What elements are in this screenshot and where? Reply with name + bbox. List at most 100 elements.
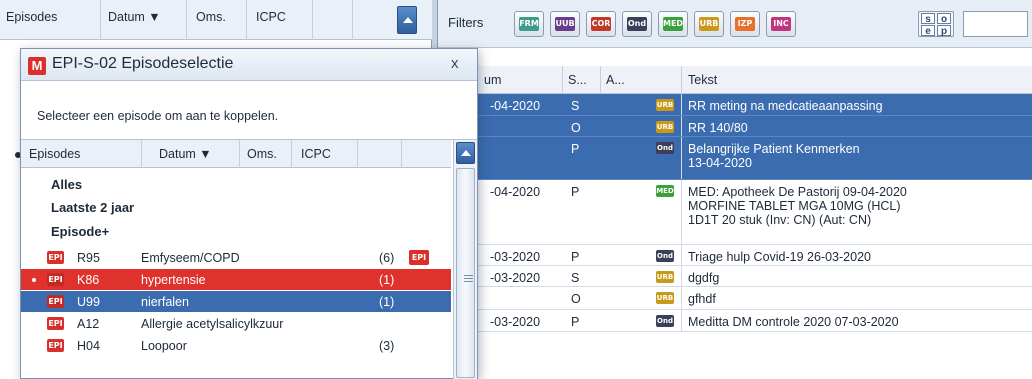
urb-icon: URB [656, 271, 674, 283]
journal-row[interactable]: P Ond Belangrijke Patient Kenmerken 13-04-2… [438, 137, 1032, 180]
episode-row[interactable]: EPI H04 Loopoor (3) [21, 335, 451, 356]
scroll-up-button[interactable] [456, 142, 475, 164]
ond-icon: Ond [656, 142, 674, 154]
column-oms[interactable]: Oms. [196, 10, 226, 24]
column-datum[interactable]: Datum ▼ [108, 10, 161, 24]
close-icon[interactable]: x [451, 55, 459, 72]
row-text-line: Belangrijke Patient Kenmerken [688, 142, 860, 156]
filter-search-input[interactable] [963, 11, 1028, 37]
column-soep[interactable]: S... [568, 73, 587, 87]
epi-icon: EPI [47, 339, 64, 352]
uub-icon: UUB [555, 17, 575, 31]
column-divider [681, 116, 682, 136]
row-soep: S [571, 271, 580, 285]
izp-icon: IZP [735, 17, 755, 31]
soep-o-icon: o [937, 13, 951, 25]
column-oms[interactable]: Oms. [247, 147, 277, 161]
column-divider [401, 140, 402, 168]
episode-scrollbar[interactable] [453, 140, 477, 379]
column-datum[interactable]: um [484, 73, 501, 87]
column-divider [186, 0, 187, 40]
episode-count: (6) [379, 251, 395, 265]
column-icpc[interactable]: ICPC [256, 10, 286, 24]
filters-label: Filters [448, 15, 484, 30]
dialog-titlebar[interactable]: M EPI-S-02 Episodeselectie x [21, 49, 477, 81]
column-episodes[interactable]: Episodes [6, 10, 57, 24]
urb-icon: URB [699, 17, 719, 31]
cor-icon: COR [591, 17, 611, 31]
filter-chip-uub[interactable]: UUB [550, 11, 580, 37]
filter-chip-cor[interactable]: COR [586, 11, 616, 37]
column-divider [562, 66, 563, 94]
urb-icon: URB [656, 99, 674, 111]
episode-table-header: Episodes Datum ▼ Oms. ICPC [21, 140, 451, 168]
filter-chip-ond[interactable]: Ond [622, 11, 652, 37]
journal-row[interactable]: O URB gfhdf [438, 287, 1032, 310]
ond-icon: Ond [656, 250, 674, 262]
episode-code: K86 [77, 273, 100, 287]
row-soep: P [571, 315, 580, 329]
column-episodes[interactable]: Episodes [29, 147, 80, 161]
column-divider [681, 287, 682, 309]
episode-row[interactable]: EPI K86 hypertensie (1) [21, 269, 451, 290]
column-divider [246, 0, 247, 40]
row-text-line: Triage hulp Covid-19 26-03-2020 [688, 250, 871, 264]
filter-chip-urb[interactable]: URB [694, 11, 724, 37]
active-dot-icon [32, 278, 36, 282]
column-divider [681, 94, 682, 115]
episode-list-header: Episodes Datum ▼ Oms. ICPC [0, 0, 432, 40]
inc-icon: INC [771, 17, 791, 31]
dialog-instruction: Selecteer een episode om aan te koppelen… [37, 109, 279, 123]
dialog-title: EPI-S-02 Episodeselectie [52, 55, 234, 72]
row-text: Triage hulp Covid-19 26-03-2020 [688, 250, 871, 264]
episode-count: (1) [379, 295, 395, 309]
group-episode-plus[interactable]: Episode+ [51, 224, 109, 239]
episode-row[interactable]: EPI R95 Emfyseem/COPD (6) EPI [21, 247, 451, 268]
episode-selection-dialog: M EPI-S-02 Episodeselectie x Selecteer e… [20, 48, 478, 379]
soep-p-icon: p [937, 25, 951, 37]
row-text-line: Meditta DM controle 2020 07-03-2020 [688, 315, 899, 329]
filter-chip-med[interactable]: MED [658, 11, 688, 37]
med-icon: MED [663, 17, 683, 31]
filter-chip-frm[interactable]: FRM [514, 11, 544, 37]
episode-row[interactable]: EPI A12 Allergie acetylsalicylkzuur [21, 313, 451, 334]
journal-row[interactable]: -03-2020 P Ond Triage hulp Covid-19 26-03-2… [438, 245, 1032, 266]
scroll-up-button[interactable] [397, 6, 417, 34]
journal-row[interactable]: O URB RR 140/80 [438, 116, 1032, 137]
column-tekst[interactable]: Tekst [688, 73, 717, 87]
row-date: -04-2020 [490, 185, 541, 199]
journal-row[interactable]: -03-2020 S URB dgdfg [438, 266, 1032, 287]
row-soep: O [571, 121, 581, 135]
episode-name: Emfyseem/COPD [141, 251, 240, 265]
column-datum[interactable]: Datum ▼ [159, 147, 212, 161]
row-soep: O [571, 292, 581, 306]
group-alles[interactable]: Alles [51, 177, 82, 192]
row-soep: P [571, 142, 580, 156]
epi-icon: EPI [47, 273, 64, 286]
journal-row[interactable]: -04-2020 P MED MED: Apotheek De Pastorij 09… [438, 180, 1032, 245]
group-laatste-2-jaar[interactable]: Laatste 2 jaar [51, 200, 134, 215]
column-icpc[interactable]: ICPC [301, 147, 331, 161]
episode-table: Episodes Datum ▼ Oms. ICPC Alles Laatste… [21, 139, 477, 379]
filter-chip-izp[interactable]: IZP [730, 11, 760, 37]
urb-icon: URB [656, 292, 674, 304]
row-text: Belangrijke Patient Kenmerken 13-04-2020 [688, 142, 860, 170]
row-text: gfhdf [688, 292, 716, 306]
scroll-thumb[interactable] [456, 168, 475, 378]
row-text-line: RR meting na medcatieaanpassing [688, 99, 883, 113]
epi-link-icon[interactable]: EPI [409, 250, 429, 265]
soep-filter-button[interactable]: s o e p [918, 11, 954, 37]
episode-row[interactable]: EPI U99 nierfalen (1) [21, 291, 451, 312]
column-divider [600, 66, 601, 94]
column-a[interactable]: A... [606, 73, 625, 87]
column-divider [681, 180, 682, 244]
filter-chip-inc[interactable]: INC [766, 11, 796, 37]
journal-row[interactable]: -04-2020 S URB RR meting na medcatieaanpass… [438, 94, 1032, 116]
row-text-line: 1D1T 20 stuk (Inv: CN) (Aut: CN) [688, 213, 872, 227]
episode-code: R95 [77, 251, 100, 265]
episode-code: A12 [77, 317, 100, 331]
column-divider [239, 140, 240, 168]
filter-toolbar: Filters FRM UUB COR Ond MED URB IZP INC … [438, 0, 1032, 48]
journal-row[interactable]: -03-2020 P Ond Meditta DM controle 2020 07-… [438, 310, 1032, 332]
episode-name: hypertensie [141, 273, 206, 287]
